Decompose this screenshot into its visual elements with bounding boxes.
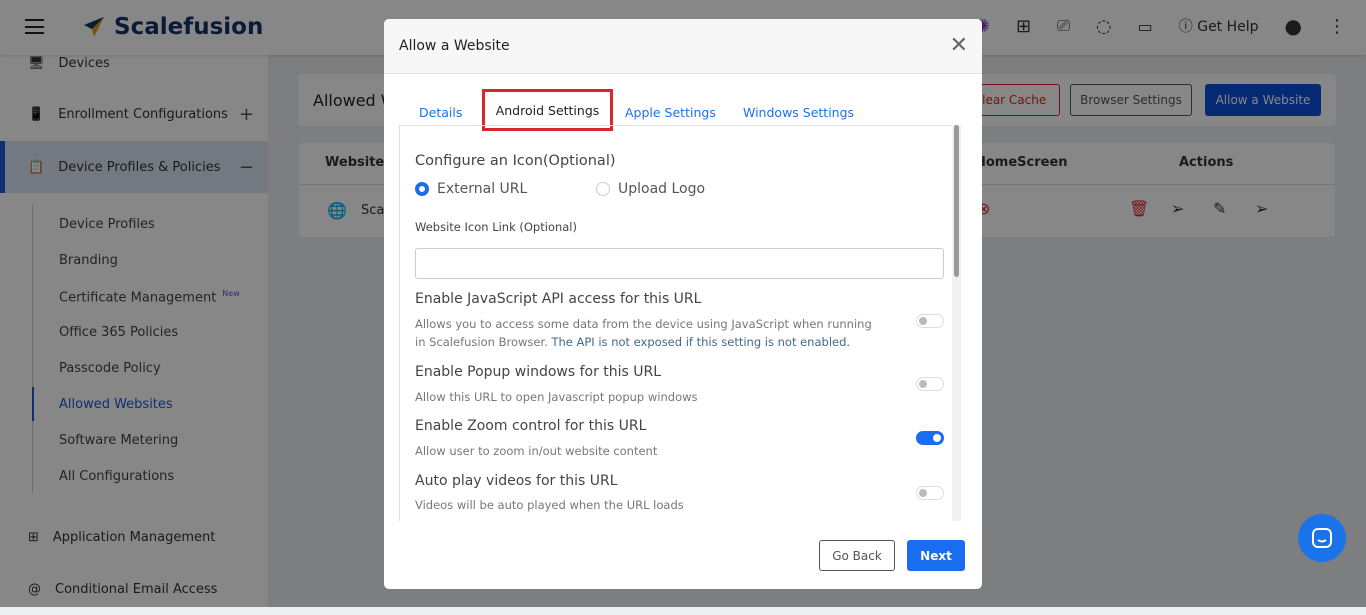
- chat-bubble-icon: [1312, 528, 1332, 548]
- tab-details[interactable]: Details: [419, 105, 462, 120]
- chat-launcher-button[interactable]: [1298, 514, 1346, 562]
- setting-desc-note: The API is not exposed if this setting i…: [551, 335, 851, 349]
- icon-section-title: Configure an Icon(Optional): [415, 153, 616, 169]
- radio-label: Upload Logo: [618, 181, 706, 197]
- setting-title: Auto play videos for this URL: [415, 473, 618, 489]
- setting-title: Enable Zoom control for this URL: [415, 418, 647, 434]
- allow-website-dialog: Allow a Website ✕ Details Android Settin…: [384, 19, 982, 589]
- go-back-button[interactable]: Go Back: [819, 540, 895, 571]
- toggle-javascript-api[interactable]: [916, 314, 944, 328]
- icon-link-label: Website Icon Link (Optional): [415, 220, 577, 234]
- setting-desc: Allow user to zoom in/out website conten…: [415, 444, 658, 458]
- toggle-autoplay-videos[interactable]: [916, 486, 944, 500]
- next-button[interactable]: Next: [907, 540, 965, 571]
- setting-desc: Allows you to access some data from the …: [415, 315, 885, 351]
- tab-apple-settings[interactable]: Apple Settings: [625, 105, 716, 120]
- toggle-popup-windows[interactable]: [916, 377, 944, 391]
- settings-panel: Configure an Icon(Optional) External URL…: [399, 125, 961, 521]
- setting-title: Enable JavaScript API access for this UR…: [415, 291, 702, 307]
- radio-checked-icon: [415, 182, 429, 196]
- setting-desc: Allow this URL to open Javascript popup …: [415, 390, 698, 404]
- icon-link-input[interactable]: [415, 248, 944, 279]
- toggle-zoom-control[interactable]: [916, 431, 944, 445]
- radio-label: External URL: [437, 181, 528, 197]
- setting-title: Enable Popup windows for this URL: [415, 364, 662, 380]
- radio-upload-logo[interactable]: Upload Logo: [596, 181, 705, 197]
- close-icon[interactable]: ✕: [950, 35, 968, 57]
- radio-external-url[interactable]: External URL: [415, 181, 527, 197]
- dialog-title: Allow a Website: [399, 38, 510, 54]
- radio-unchecked-icon: [596, 182, 610, 196]
- setting-desc: Videos will be auto played when the URL …: [415, 498, 684, 512]
- scrollbar-thumb[interactable]: [954, 125, 959, 277]
- tab-windows-settings[interactable]: Windows Settings: [743, 105, 854, 120]
